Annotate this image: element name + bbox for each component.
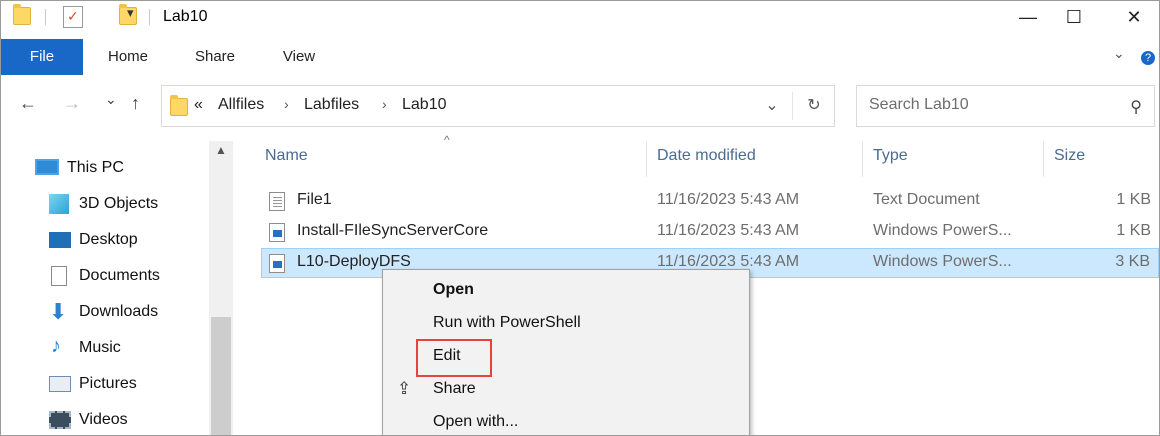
- nav-item-pictures[interactable]: Pictures: [1, 369, 211, 399]
- close-button[interactable]: ✕: [1111, 1, 1157, 33]
- share-icon: ⇪: [397, 379, 412, 398]
- file-row[interactable]: Install-FIleSyncServerCore 11/16/2023 5:…: [261, 217, 1159, 247]
- powershell-script-icon: [269, 223, 285, 242]
- sort-ascending-icon: ^: [444, 133, 450, 147]
- menu-item-open-with[interactable]: Open with...: [383, 406, 749, 435]
- up-arrow-icon[interactable]: ↑: [131, 93, 140, 114]
- scrollbar-thumb[interactable]: [211, 317, 231, 435]
- menu-item-label: Open with...: [433, 413, 519, 430]
- cube-icon: [49, 194, 69, 214]
- title-bar: ✓ ▾ Lab10 — ☐ ✕: [1, 1, 1159, 37]
- folder-icon: [170, 95, 188, 116]
- tab-view[interactable]: View: [273, 39, 325, 75]
- nav-item-documents[interactable]: Documents: [1, 261, 211, 291]
- file-size: 3 KB: [1115, 253, 1150, 270]
- file-explorer-window: ✓ ▾ Lab10 — ☐ ✕ File Home Share View ⌄ ?…: [0, 0, 1160, 436]
- divider: [45, 9, 46, 25]
- menu-item-label: Share: [433, 380, 476, 397]
- nav-item-3d-objects[interactable]: 3D Objects: [1, 189, 211, 219]
- nav-label: This PC: [67, 159, 124, 176]
- nav-item-downloads[interactable]: ⬇ Downloads: [1, 297, 211, 327]
- nav-label: Documents: [79, 267, 160, 284]
- nav-item-desktop[interactable]: Desktop: [1, 225, 211, 255]
- annotation-highlight-box: [416, 339, 492, 377]
- file-date: 11/16/2023 5:43 AM: [657, 191, 800, 208]
- maximize-button[interactable]: ☐: [1051, 1, 1097, 33]
- navpane-scrollbar[interactable]: ▲: [209, 141, 233, 435]
- breadcrumb-separator-icon[interactable]: ›: [284, 96, 289, 112]
- scroll-up-icon[interactable]: ▲: [209, 143, 233, 157]
- tab-home[interactable]: Home: [97, 39, 159, 75]
- column-header-date[interactable]: Date modified: [657, 147, 756, 165]
- music-icon: ♪: [51, 335, 61, 357]
- nav-label: Music: [79, 339, 121, 356]
- nav-label: Videos: [79, 411, 128, 428]
- file-date: 11/16/2023 5:43 AM: [657, 222, 800, 239]
- forward-arrow-icon[interactable]: →: [63, 93, 81, 114]
- powershell-script-icon: [269, 254, 285, 273]
- nav-item-this-pc[interactable]: This PC: [1, 153, 211, 183]
- pictures-icon: [49, 376, 71, 392]
- recent-locations-icon[interactable]: ⌄: [105, 91, 117, 108]
- text-file-icon: [269, 192, 285, 211]
- breadcrumb-separator-icon[interactable]: ›: [382, 96, 387, 112]
- divider: [149, 9, 150, 25]
- file-row[interactable]: File1 11/16/2023 5:43 AM Text Document 1…: [261, 186, 1159, 216]
- file-size: 1 KB: [1116, 222, 1151, 239]
- help-icon[interactable]: ?: [1141, 51, 1155, 65]
- folder-icon: [13, 4, 31, 25]
- properties-icon[interactable]: ✓: [63, 6, 83, 28]
- file-name: Install-FIleSyncServerCore: [297, 222, 489, 239]
- file-type: Windows PowerS...: [873, 222, 1012, 239]
- menu-item-share[interactable]: ⇪ Share: [383, 373, 749, 405]
- pc-icon: [35, 159, 59, 175]
- file-type: Text Document: [873, 191, 980, 208]
- column-divider[interactable]: [1043, 141, 1044, 177]
- file-name: File1: [297, 191, 332, 208]
- column-divider[interactable]: [646, 141, 647, 177]
- divider: [792, 92, 793, 120]
- address-bar[interactable]: « Allfiles › Labfiles › Lab10 ⌄ ↻: [161, 85, 835, 127]
- nav-item-videos[interactable]: Videos: [1, 405, 211, 435]
- videos-icon: [49, 411, 71, 429]
- ribbon-tabs: File Home Share View ⌄ ?: [1, 39, 1159, 75]
- breadcrumb-labfiles[interactable]: Labfiles: [304, 96, 359, 114]
- breadcrumb-overflow[interactable]: «: [194, 96, 203, 114]
- nav-label: Desktop: [79, 231, 138, 248]
- search-icon[interactable]: ⚲: [1130, 97, 1142, 117]
- downloads-icon: ⬇: [49, 299, 68, 324]
- back-arrow-icon[interactable]: ←: [19, 93, 37, 114]
- nav-item-music[interactable]: ♪ Music: [1, 333, 211, 363]
- nav-label: Pictures: [79, 375, 137, 392]
- search-box[interactable]: Search Lab10 ⚲: [856, 85, 1155, 127]
- breadcrumb-lab10[interactable]: Lab10: [402, 96, 447, 114]
- desktop-icon: [49, 232, 71, 248]
- file-size: 1 KB: [1116, 191, 1151, 208]
- nav-label: 3D Objects: [79, 195, 159, 212]
- breadcrumb-allfiles[interactable]: Allfiles: [218, 96, 264, 114]
- menu-item-label: Open: [433, 281, 474, 298]
- column-header-size[interactable]: Size: [1054, 147, 1085, 165]
- address-dropdown-icon[interactable]: ⌄: [752, 86, 792, 126]
- documents-icon: [51, 266, 67, 286]
- menu-item-label: Run with PowerShell: [433, 314, 581, 331]
- navigation-pane: This PC 3D Objects Desktop Documents ⬇ D…: [1, 141, 233, 435]
- window-title: Lab10: [163, 8, 208, 25]
- nav-label: Downloads: [79, 303, 159, 320]
- search-input[interactable]: Search Lab10: [869, 96, 969, 114]
- minimize-button[interactable]: —: [1005, 1, 1051, 33]
- menu-item-run-with-powershell[interactable]: Run with PowerShell: [383, 307, 749, 339]
- chevron-down-icon[interactable]: ⌄: [1113, 45, 1125, 62]
- customize-toolbar-icon[interactable]: ▾: [127, 5, 134, 21]
- tab-file[interactable]: File: [1, 39, 83, 75]
- column-divider[interactable]: [862, 141, 863, 177]
- file-type: Windows PowerS...: [873, 253, 1012, 270]
- refresh-icon[interactable]: ↻: [794, 86, 834, 126]
- column-header-name[interactable]: Name: [265, 147, 308, 165]
- menu-item-open[interactable]: Open: [383, 274, 749, 306]
- column-header-type[interactable]: Type: [873, 147, 908, 165]
- tab-share[interactable]: Share: [185, 39, 245, 75]
